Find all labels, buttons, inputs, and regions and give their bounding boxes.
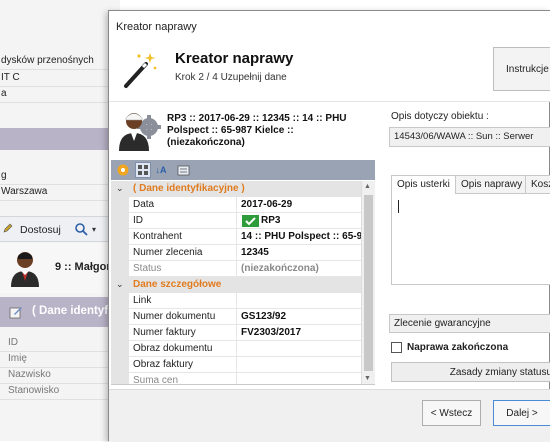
wizard-footer: < Wstecz Dalej > xyxy=(109,389,550,442)
property-row[interactable]: Numer zlecenia 12345 xyxy=(111,245,361,261)
property-name: Kontrahent xyxy=(133,229,237,245)
property-name: Numer zlecenia xyxy=(133,245,237,261)
technician-gear-icon xyxy=(119,113,161,151)
next-button[interactable]: Dalej > xyxy=(493,400,550,426)
property-grid-scrollbar[interactable]: ▲ ▼ xyxy=(361,181,375,384)
property-value[interactable]: GS123/92 xyxy=(239,309,363,325)
bg-list-item[interactable]: dysków przenośnych xyxy=(0,53,120,69)
status-rules-button[interactable]: Zasady zmiany statusu xyxy=(391,362,550,382)
repair-summary: RP3 :: 2017-06-29 :: 12345 :: 14 :: PHU … xyxy=(109,103,377,158)
description-tabs: Opis usterki Opis naprawy Koszty xyxy=(391,175,550,194)
property-row[interactable]: Numer dokumentu GS123/92 xyxy=(111,309,361,325)
person-avatar-icon xyxy=(11,252,39,287)
property-row[interactable]: Kontrahent 14 :: PHU Polspect :: 65-987 … xyxy=(111,229,363,245)
tab-opis-naprawy[interactable]: Opis naprawy xyxy=(455,175,529,193)
property-value[interactable] xyxy=(239,357,363,373)
wizard-step-indicator: Krok 2 / 4 Uzupełnij dane xyxy=(175,72,287,83)
chevron-down-icon[interactable]: ⌄ xyxy=(116,183,124,194)
wizard-title: Kreator naprawy xyxy=(175,50,294,67)
property-value[interactable]: 14 :: PHU Polspect :: 65-987 Kielce xyxy=(239,229,363,245)
category-label: ( Dane identyfikacyjne ) xyxy=(133,183,245,194)
object-description-field[interactable]: 14543/06/WAWA :: Sun :: Serwer xyxy=(389,127,550,147)
sort-az-icon[interactable]: ↓A xyxy=(153,162,169,178)
property-row[interactable]: Numer faktury FV2303/2017 xyxy=(111,325,361,341)
property-value xyxy=(239,373,363,384)
repair-wizard-dialog: Kreator naprawy Kreator naprawy Krok 2 /… xyxy=(108,10,550,442)
property-name: Data xyxy=(133,197,237,213)
guarantee-select[interactable]: Zlecenie gwarancyjne xyxy=(389,314,550,333)
property-row[interactable]: ID RP3 xyxy=(111,213,361,229)
background-window: dysków przenośnych IT C a g Warszawa Dos… xyxy=(0,0,160,441)
pencil-icon[interactable] xyxy=(2,222,14,238)
back-button[interactable]: < Wstecz xyxy=(422,400,481,426)
grouped-view-icon[interactable] xyxy=(135,162,151,178)
property-value: (niezakończona) xyxy=(241,263,319,274)
scroll-up-icon[interactable]: ▲ xyxy=(364,183,371,190)
categorized-view-icon[interactable] xyxy=(115,162,131,178)
property-row[interactable]: Status (niezakończona) xyxy=(111,261,361,277)
chevron-down-icon[interactable]: ⌄ xyxy=(116,279,124,290)
property-row[interactable]: Obraz faktury xyxy=(111,357,361,373)
fault-description-textarea[interactable] xyxy=(391,193,550,285)
object-description-label: Opis dotyczy obiektu : xyxy=(391,111,489,122)
property-value[interactable]: FV2303/2017 xyxy=(239,325,363,341)
property-name: Obraz dokumentu xyxy=(133,341,237,357)
property-name: Obraz faktury xyxy=(133,357,237,373)
repair-finished-label[interactable]: Naprawa zakończona xyxy=(407,342,508,353)
property-row[interactable]: Suma cen xyxy=(111,373,363,384)
summary-text: RP3 :: 2017-06-29 :: 12345 :: 14 :: PHU … xyxy=(167,113,347,148)
text-caret xyxy=(398,200,399,213)
property-name: Numer dokumentu xyxy=(133,309,237,325)
scroll-down-icon[interactable]: ▼ xyxy=(364,375,371,382)
instructions-button[interactable]: Instrukcje xyxy=(493,47,550,91)
property-name: Link xyxy=(133,293,237,309)
dialog-title-bar[interactable]: Kreator naprawy xyxy=(109,11,550,42)
repair-finished-checkbox[interactable] xyxy=(391,342,402,353)
bg-list-item[interactable]: g xyxy=(0,168,120,184)
property-row[interactable]: Link xyxy=(111,293,361,309)
bg-divider xyxy=(0,102,120,103)
bg-field-label: Stanowisko xyxy=(8,385,60,396)
wizard-header: Kreator naprawy Krok 2 / 4 Uzupełnij dan… xyxy=(109,42,550,102)
search-icon[interactable] xyxy=(74,222,90,238)
bg-header-band xyxy=(0,128,120,150)
bg-divider xyxy=(0,200,120,201)
bg-list-item[interactable]: IT C xyxy=(0,70,120,86)
property-row[interactable]: Obraz dokumentu xyxy=(111,341,361,357)
scrollbar-thumb[interactable] xyxy=(364,195,373,371)
bg-divider xyxy=(0,399,120,400)
tab-koszty[interactable]: Koszty xyxy=(525,175,550,193)
bg-field-label: Imię xyxy=(8,353,27,364)
property-grid: ⌄ ( Dane identyfikacyjne ) Data 2017-06-… xyxy=(111,181,375,385)
bg-list-item[interactable]: Warszawa xyxy=(0,184,120,200)
property-value[interactable]: 12345 xyxy=(239,245,363,261)
note-icon xyxy=(9,307,22,319)
bg-person-row[interactable]: 9 :: Małgorzata xyxy=(0,243,132,293)
property-pages-icon[interactable] xyxy=(175,162,191,178)
category-label: Dane szczegółowe xyxy=(133,279,222,290)
property-name: Status xyxy=(133,261,237,277)
category-dane-szczegolowe[interactable]: ⌄ Dane szczegółowe xyxy=(111,277,361,293)
property-name: ID xyxy=(133,213,237,229)
check-icon xyxy=(242,215,259,227)
property-name: Suma cen xyxy=(133,373,237,384)
property-value[interactable] xyxy=(239,293,363,309)
property-row[interactable]: Data 2017-06-29 xyxy=(111,197,361,213)
bg-section-header: ( Dane identyfikacyjne ) xyxy=(0,297,160,327)
magic-wand-icon xyxy=(124,53,157,88)
bg-field-label: Nazwisko xyxy=(8,369,51,380)
property-grid-toolbar: ↓A xyxy=(111,160,375,180)
dropdown-arrow-icon[interactable]: ▾ xyxy=(92,222,96,238)
property-value[interactable]: 2017-06-29 xyxy=(239,197,363,213)
bg-toolbar: Dostosuj ▾ xyxy=(0,216,120,242)
dostosuj-button[interactable]: Dostosuj xyxy=(20,222,61,238)
bg-field-label: ID xyxy=(8,337,18,348)
property-name: Numer faktury xyxy=(133,325,237,341)
tab-opis-usterki[interactable]: Opis usterki xyxy=(391,175,456,194)
category-dane-identyfikacyjne[interactable]: ⌄ ( Dane identyfikacyjne ) xyxy=(111,181,361,197)
bg-list-item[interactable]: a xyxy=(0,86,120,102)
dialog-window-title: Kreator naprawy xyxy=(116,21,197,33)
property-value[interactable] xyxy=(239,341,363,357)
